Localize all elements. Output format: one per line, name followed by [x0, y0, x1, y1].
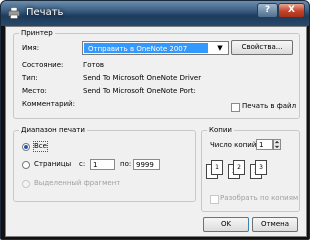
chevron-down-icon[interactable]: ▼ — [213, 43, 227, 53]
window-title: Печать — [26, 7, 64, 18]
range-from-input[interactable]: 1 — [90, 159, 115, 170]
range-to-label: по: — [120, 160, 132, 168]
dialog-body: Принтер Имя: Отправить в OneNote 2007 ▼ … — [5, 26, 307, 237]
ok-button[interactable]: OK — [203, 217, 249, 232]
range-all-radio[interactable] — [22, 143, 30, 151]
range-pages-radio[interactable] — [22, 161, 30, 169]
status-label: Состояние: — [22, 61, 64, 69]
properties-button[interactable]: Свойства... — [231, 40, 293, 55]
spin-down-icon[interactable] — [274, 145, 280, 149]
title-bar: Печать ? X — [1, 1, 309, 26]
copies-spinner[interactable] — [273, 139, 281, 150]
type-label: Тип: — [22, 74, 38, 82]
print-range-group-label: Диапазон печати — [19, 126, 87, 135]
copies-count-label: Число копий: — [210, 141, 259, 149]
range-all-label[interactable]: Все — [33, 141, 48, 152]
range-pages-label[interactable]: Страницы — [34, 160, 71, 169]
collate-checkbox[interactable] — [210, 195, 219, 204]
type-value: Send To Microsoft OneNote Driver — [83, 74, 202, 82]
where-label: Место: — [22, 87, 47, 95]
copies-group-label: Копии — [207, 126, 234, 135]
printer-name-highlight: Отправить в OneNote 2007 — [84, 43, 208, 53]
status-value: Готов — [83, 61, 105, 69]
collate-page: 2 — [233, 160, 245, 175]
printer-group-label: Принтер — [19, 29, 55, 38]
printer-icon — [8, 7, 20, 19]
help-button[interactable]: ? — [257, 3, 278, 18]
range-selection-label[interactable]: Выделенный фрагмент — [34, 179, 120, 188]
where-value: Send To Microsoft OneNote Port: — [83, 87, 196, 95]
print-to-file-label[interactable]: Печать в файл — [242, 102, 296, 111]
copies-count-input[interactable]: 1 — [256, 139, 273, 150]
collate-label[interactable]: Разобрать по копиям — [220, 194, 298, 203]
print-to-file-checkbox[interactable] — [231, 103, 240, 112]
printer-name-label: Имя: — [22, 44, 40, 52]
printer-name-select[interactable]: Отправить в OneNote 2007 ▼ — [82, 41, 229, 55]
range-from-label: с: — [79, 160, 86, 168]
collate-page: 3 — [255, 160, 267, 175]
printer-name-value: Отправить в OneNote 2007 — [88, 45, 188, 53]
close-button[interactable]: X — [278, 3, 305, 18]
range-selection-radio[interactable] — [22, 180, 30, 188]
print-dialog: Печать ? X Принтер Имя: Отправить в OneN… — [0, 0, 310, 240]
cancel-button[interactable]: Отмена — [252, 217, 298, 232]
range-to-input[interactable]: 9999 — [133, 159, 160, 170]
collate-page: 1 — [211, 160, 223, 175]
spin-up-icon[interactable] — [274, 140, 280, 144]
comment-label: Комментарий: — [22, 100, 75, 108]
